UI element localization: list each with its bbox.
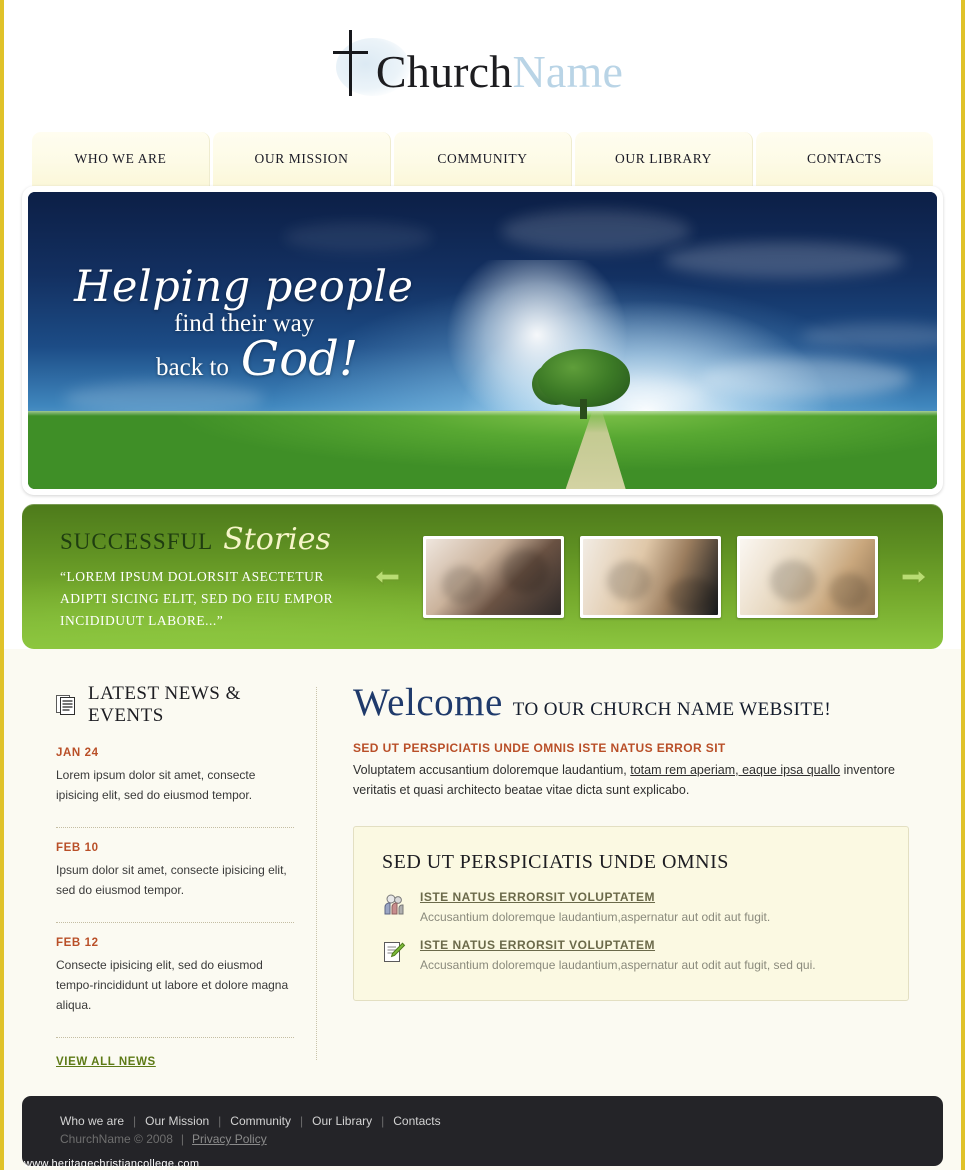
site-footer: Who we are | Our Mission | Community | O… [22,1096,943,1170]
cloud-icon [800,322,937,349]
news-date: FEB 10 [56,842,99,854]
site-header: ChurchName [4,0,961,128]
news-item[interactable]: JAN 24 Lorem ipsum dolor sit amet, conse… [56,747,294,817]
welcome-title: Welcome [353,681,503,724]
panel-description: Accusantium doloremque laudantium,aspern… [420,958,816,972]
footer-navigation: Who we are | Our Mission | Community | O… [60,1114,905,1128]
footer-link-our-library[interactable]: Our Library [312,1114,372,1128]
hero-line-1: Helping people [74,262,414,312]
news-separator [56,1037,294,1038]
stories-heading-script: Stories [223,521,331,557]
news-date: FEB 12 [56,937,99,949]
cloud-icon [500,209,691,252]
footer-link-contacts[interactable]: Contacts [393,1114,440,1128]
nav-item-contacts[interactable]: CONTACTS [755,132,933,186]
hero-banner-frame: Helping people find their way back to Go… [22,186,943,495]
footer-link-who-we-are[interactable]: Who we are [60,1114,124,1128]
news-separator [56,922,294,923]
cross-icon [328,30,374,96]
footer-separator: | [180,1132,185,1146]
tree-icon [532,349,636,419]
hero-dirt-path [563,409,628,489]
lead-inline-link[interactable]: totam rem aperiam, eaque ipsa quallo [630,763,840,777]
nav-item-community[interactable]: COMMUNITY [393,132,572,186]
stories-carousel [368,535,927,618]
panel-row: ISTE NATUS ERRORSIT VOLUPTATEM Accusanti… [382,938,880,974]
news-separator [56,827,294,828]
stories-heading-plain: SUCCESSFUL [60,528,214,554]
panel-title: SED UT PERSPICIATIS UNDE OMNIS [382,851,729,873]
hero-line-4: God! [240,331,359,387]
stories-thumbnails [423,535,878,618]
arrow-left-icon[interactable] [374,566,400,588]
stories-heading: SUCCESSFUL Stories [60,522,368,557]
copyright-text: ChurchName © 2008 [60,1132,173,1146]
lead-text-before: Voluptatem accusantium doloremque laudan… [353,763,631,777]
footer-separator: | [299,1114,304,1128]
hero-line-3: back to [156,354,229,381]
info-panel: SED UT PERSPICIATIS UNDE OMNIS ISTE NATU… [353,826,909,1001]
footer-wrapper: Who we are | Our Mission | Community | O… [4,1096,961,1170]
story-thumbnail[interactable] [423,535,564,618]
news-list-icon [56,695,75,715]
news-header: LATEST NEWS & EVENTS [56,683,294,727]
news-item[interactable]: FEB 10 Ipsum dolor sit amet, consecte ip… [56,842,294,912]
footer-link-community[interactable]: Community [230,1114,291,1128]
nav-item-who-we-are[interactable]: WHO WE ARE [32,132,210,186]
news-column: LATEST NEWS & EVENTS JAN 24 Lorem ipsum … [4,683,316,1070]
footer-meta: ChurchName © 2008 | Privacy Policy [60,1132,905,1146]
hero-grass-field [28,409,937,489]
story-thumbnail[interactable] [580,535,721,618]
group-people-icon [384,894,404,915]
successful-stories-section: SUCCESSFUL Stories “LOREM IPSUM DOLORSIT… [22,504,943,649]
news-title: LATEST NEWS & EVENTS [88,683,241,726]
lead-title: SED UT PERSPICIATIS UNDE OMNIS ISTE NATU… [353,741,726,755]
nav-item-our-library[interactable]: OUR LIBRARY [574,132,753,186]
hero-tagline: Helping people find their way back to Go… [74,264,413,383]
stories-quote: “LOREM IPSUM DOLORSIT ASECTETUR ADIPTI S… [60,568,334,628]
panel-link[interactable]: ISTE NATUS ERRORSIT VOLUPTATEM [420,938,816,952]
panel-row: ISTE NATUS ERRORSIT VOLUPTATEM Accusanti… [382,890,880,926]
logo-text: ChurchName [376,46,623,98]
logo-word-secondary: Name [512,46,624,97]
panel-description: Accusantium doloremque laudantium,aspern… [420,910,771,924]
news-text: Ipsum dolor sit amet, consecte ipisicing… [56,863,287,897]
watermark-text: www.heritagechristiancollege.com [24,1158,200,1170]
stories-text-block: SUCCESSFUL Stories “LOREM IPSUM DOLORSIT… [38,522,368,632]
cloud-icon [282,221,433,252]
story-thumbnail[interactable] [737,535,878,618]
nav-item-our-mission[interactable]: OUR MISSION [212,132,391,186]
footer-separator: | [133,1114,137,1128]
hero-banner: Helping people find their way back to Go… [28,192,937,489]
cloud-icon [700,358,911,399]
arrow-right-icon[interactable] [901,566,927,588]
welcome-column: Welcome TO OUR CHURCH NAME WEBSITE! SED … [317,683,961,1070]
welcome-subtitle: TO OUR CHURCH NAME WEBSITE! [512,699,832,720]
news-date: JAN 24 [56,747,99,759]
main-content: LATEST NEWS & EVENTS JAN 24 Lorem ipsum … [4,649,961,1096]
main-navigation: WHO WE ARE OUR MISSION COMMUNITY OUR LIB… [4,128,961,186]
edit-document-icon [384,942,406,962]
view-all-news-link[interactable]: VIEW ALL NEWS [56,1056,156,1068]
footer-separator: | [218,1114,222,1128]
welcome-heading: Welcome TO OUR CHURCH NAME WEBSITE! [353,683,909,723]
panel-link[interactable]: ISTE NATUS ERRORSIT VOLUPTATEM [420,890,770,904]
logo-word-primary: Church [375,46,513,97]
lead-body: Voluptatem accusantium doloremque laudan… [353,760,909,800]
footer-link-our-mission[interactable]: Our Mission [145,1114,209,1128]
footer-separator: | [381,1114,385,1128]
news-text: Consecte ipisicing elit, sed do eiusmod … [56,958,289,1012]
news-text: Lorem ipsum dolor sit amet, consecte ipi… [56,768,256,802]
privacy-policy-link[interactable]: Privacy Policy [192,1132,267,1146]
news-item[interactable]: FEB 12 Consecte ipisicing elit, sed do e… [56,937,294,1027]
page-frame: ChurchName WHO WE ARE OUR MISSION COMMUN… [0,0,965,1170]
site-logo[interactable]: ChurchName [328,30,623,98]
